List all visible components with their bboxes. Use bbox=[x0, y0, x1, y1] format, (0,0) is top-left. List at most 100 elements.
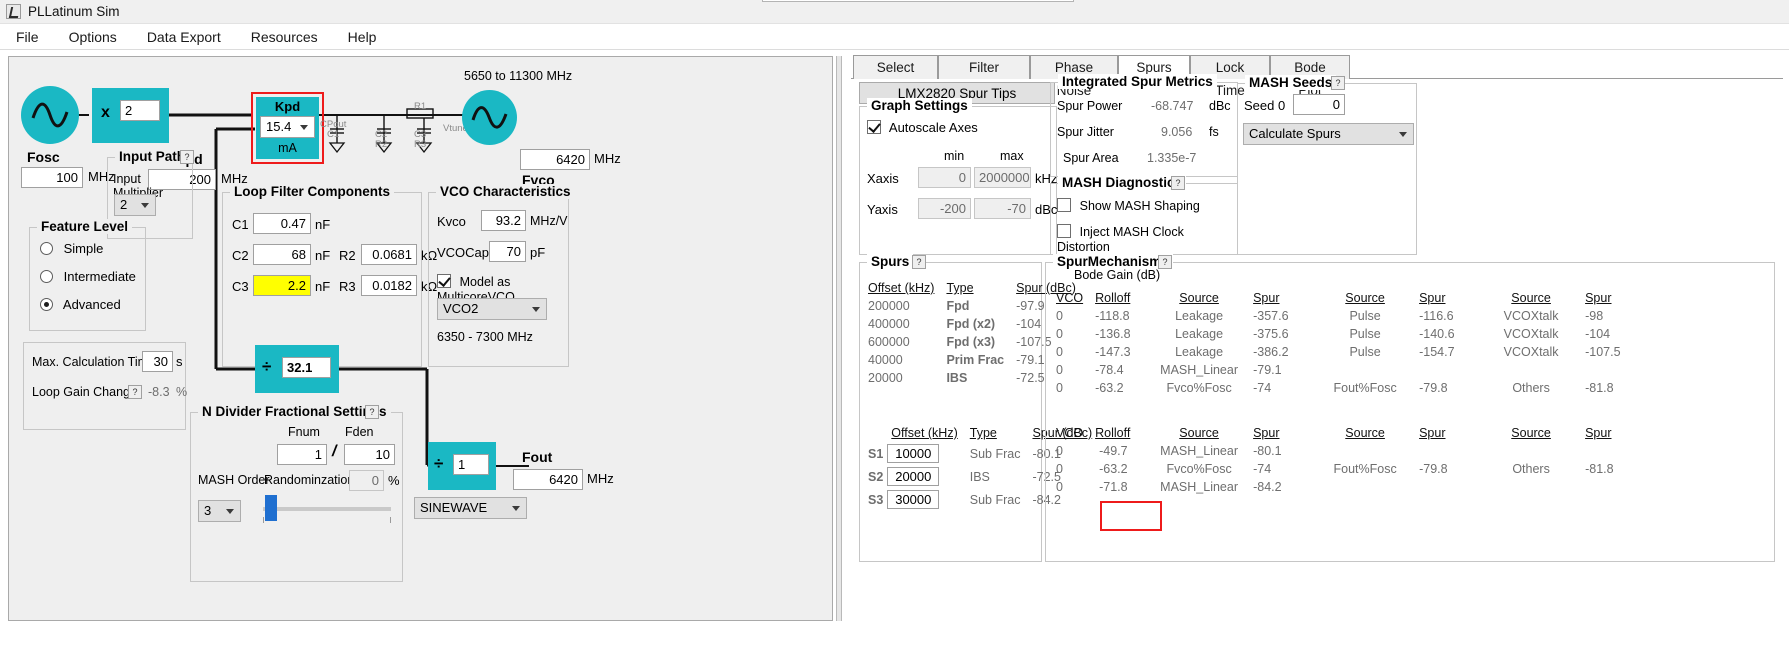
calculate-spurs-dropdown[interactable]: Calculate Spurs bbox=[1243, 123, 1414, 145]
xaxis-min-input[interactable]: 0 bbox=[918, 167, 971, 188]
workspace: 5650 to 11300 MHz Fosc 100 MHz x 2 Fpd 2… bbox=[0, 50, 1789, 657]
kvco-input[interactable]: 93.2 bbox=[481, 210, 526, 231]
graph-settings-caption: Graph Settings bbox=[867, 98, 972, 113]
vcocap-input[interactable]: 70 bbox=[489, 241, 526, 262]
feature-level-option-advanced[interactable]: Advanced bbox=[40, 297, 121, 312]
menu-item-data-export[interactable]: Data Export bbox=[145, 27, 223, 47]
cell-row-id: S3 bbox=[862, 488, 885, 511]
autoscale-axes-row[interactable]: Autoscale Axes bbox=[867, 120, 978, 135]
header-source-3: Source bbox=[1483, 289, 1579, 307]
tab-select-device[interactable]: Select Device bbox=[853, 55, 938, 79]
c1-label: C1 bbox=[232, 217, 249, 232]
input-multiplier-dropdown[interactable]: 2 bbox=[114, 194, 156, 216]
s1-offset-input[interactable]: 10000 bbox=[887, 444, 939, 463]
randomization-label: Randominzation bbox=[264, 473, 354, 487]
cell-spur-2 bbox=[1413, 442, 1483, 460]
output-divider-symbol: ÷ bbox=[434, 454, 443, 474]
mash-order-label: MASH Order bbox=[198, 473, 270, 487]
show-mash-shaping-checkbox[interactable] bbox=[1057, 198, 1071, 212]
radio-simple[interactable] bbox=[40, 242, 53, 255]
radio-intermediate[interactable] bbox=[40, 270, 53, 283]
calculation-settings-group: Max. Calculation Time 30 s Loop Gain Cha… bbox=[23, 342, 186, 430]
input-path-help-icon[interactable]: ? bbox=[180, 150, 194, 164]
radio-advanced[interactable] bbox=[40, 298, 53, 311]
header-spur-3: Spur bbox=[1579, 289, 1649, 307]
loop-filter-caption: Loop Filter Components bbox=[230, 184, 394, 199]
spur-mechanisms-help-icon[interactable]: ? bbox=[1158, 255, 1172, 269]
header-rolloff: Rolloff bbox=[1089, 289, 1151, 307]
yaxis-max-input[interactable]: -70 bbox=[974, 198, 1031, 219]
output-waveform-dropdown[interactable]: SINEWAVE bbox=[414, 497, 527, 519]
multicore-vco-checkbox[interactable] bbox=[437, 274, 451, 288]
max-calculation-time-input[interactable]: 30 bbox=[142, 351, 173, 372]
fden-label: Fden bbox=[345, 425, 374, 439]
loop-filter-group: Loop Filter Components C1 0.47 nF C2 68 … bbox=[222, 192, 422, 367]
spur-jitter-unit: fs bbox=[1209, 125, 1219, 139]
feature-level-option-simple[interactable]: Simple bbox=[40, 241, 103, 256]
n-divider-caption: N Divider Fractional Settings bbox=[198, 404, 391, 419]
fnum-input[interactable]: 1 bbox=[277, 444, 327, 465]
yaxis-min-input[interactable]: -200 bbox=[918, 198, 971, 219]
cell-vco: 0 bbox=[1050, 442, 1089, 460]
table-row: 0 -63.2 Fvco%Fosc -74 Fout%Fosc -79.8 Ot… bbox=[1050, 460, 1649, 478]
mash-order-dropdown[interactable]: 3 bbox=[198, 500, 241, 522]
cell-vco: 0 bbox=[1050, 478, 1089, 496]
menu-bar: File Options Data Export Resources Help bbox=[0, 24, 1789, 50]
cell-spur-3: -104 bbox=[1579, 325, 1649, 343]
inject-mash-clock-distortion-checkbox[interactable] bbox=[1057, 224, 1071, 238]
inject-mash-clock-distortion-row[interactable]: Inject MASH Clock Distortion bbox=[1057, 224, 1237, 254]
fout-input[interactable]: 6420 bbox=[513, 469, 583, 490]
vcocap-unit: pF bbox=[530, 245, 545, 260]
fden-input[interactable]: 10 bbox=[344, 444, 395, 465]
mash-seeds-help-icon[interactable]: ? bbox=[1331, 76, 1345, 90]
s3-offset-input[interactable]: 30000 bbox=[887, 490, 939, 509]
menu-item-file[interactable]: File bbox=[14, 27, 41, 47]
fosc-label: Fosc bbox=[27, 149, 60, 165]
xaxis-label: Xaxis bbox=[867, 171, 899, 186]
cell-vco: 0 bbox=[1050, 460, 1089, 478]
fvco-input[interactable]: 6420 bbox=[520, 149, 590, 170]
show-mash-shaping-row[interactable]: Show MASH Shaping bbox=[1057, 198, 1200, 213]
stray-overlay-box bbox=[762, 0, 1074, 2]
graph-col-min-label: min bbox=[944, 149, 964, 163]
fosc-input[interactable]: 100 bbox=[21, 167, 83, 188]
feature-level-option-intermediate[interactable]: Intermediate bbox=[40, 269, 136, 284]
tab-filter-designer[interactable]: Filter Designer bbox=[938, 55, 1030, 79]
seed-0-input[interactable]: 0 bbox=[1293, 94, 1345, 115]
menu-item-resources[interactable]: Resources bbox=[249, 27, 320, 47]
n-divider-input[interactable]: 32.1 bbox=[282, 357, 331, 378]
max-calculation-time-label: Max. Calculation Time bbox=[32, 355, 155, 369]
s2-offset-input[interactable]: 20000 bbox=[887, 467, 939, 486]
r2-input[interactable]: 0.0681 bbox=[361, 244, 417, 265]
output-divider-input[interactable]: 1 bbox=[453, 454, 489, 475]
c2-input[interactable]: 68 bbox=[253, 244, 311, 265]
spur-power-unit: dBc bbox=[1209, 99, 1231, 113]
spurs-table-help-icon[interactable]: ? bbox=[912, 255, 926, 269]
cell-spur-2: -79.8 bbox=[1413, 460, 1483, 478]
table-row: 0 -63.2 Fvco%Fosc -74 Fout%Fosc -79.8 Ot… bbox=[1050, 379, 1649, 397]
kpd-dropdown[interactable]: 15.4 bbox=[260, 116, 315, 138]
kpd-block: Kpd 15.4 mA bbox=[256, 97, 319, 159]
randomization-input[interactable]: 0 bbox=[349, 470, 384, 491]
c1-input[interactable]: 0.47 bbox=[253, 213, 311, 234]
vco-core-dropdown[interactable]: VCO2 bbox=[437, 298, 547, 320]
input-multiplier-input[interactable]: 2 bbox=[120, 100, 160, 121]
cell-source-3: Others bbox=[1483, 460, 1579, 478]
r3-input[interactable]: 0.0182 bbox=[361, 275, 417, 296]
n-divider-help-icon[interactable]: ? bbox=[365, 405, 379, 419]
spur-area-value: 1.335e-7 bbox=[1147, 151, 1196, 165]
xaxis-max-input[interactable]: 2000000 bbox=[974, 167, 1031, 188]
randomization-slider-track[interactable] bbox=[263, 507, 391, 511]
loop-gain-help-icon[interactable]: ? bbox=[128, 385, 142, 399]
panel-splitter[interactable] bbox=[836, 56, 842, 621]
multiplier-symbol: x bbox=[101, 104, 110, 122]
mash-diagnostics-help-icon[interactable]: ? bbox=[1171, 176, 1185, 190]
cell-source-2: Pulse bbox=[1317, 325, 1413, 343]
source-oscillator-icon bbox=[21, 86, 79, 144]
autoscale-axes-checkbox[interactable] bbox=[867, 120, 881, 134]
cell-type: Sub Frac bbox=[964, 442, 1027, 465]
menu-item-options[interactable]: Options bbox=[67, 27, 119, 47]
fout-unit: MHz bbox=[587, 471, 614, 486]
c3-input[interactable]: 2.2 bbox=[253, 275, 311, 296]
menu-item-help[interactable]: Help bbox=[346, 27, 379, 47]
